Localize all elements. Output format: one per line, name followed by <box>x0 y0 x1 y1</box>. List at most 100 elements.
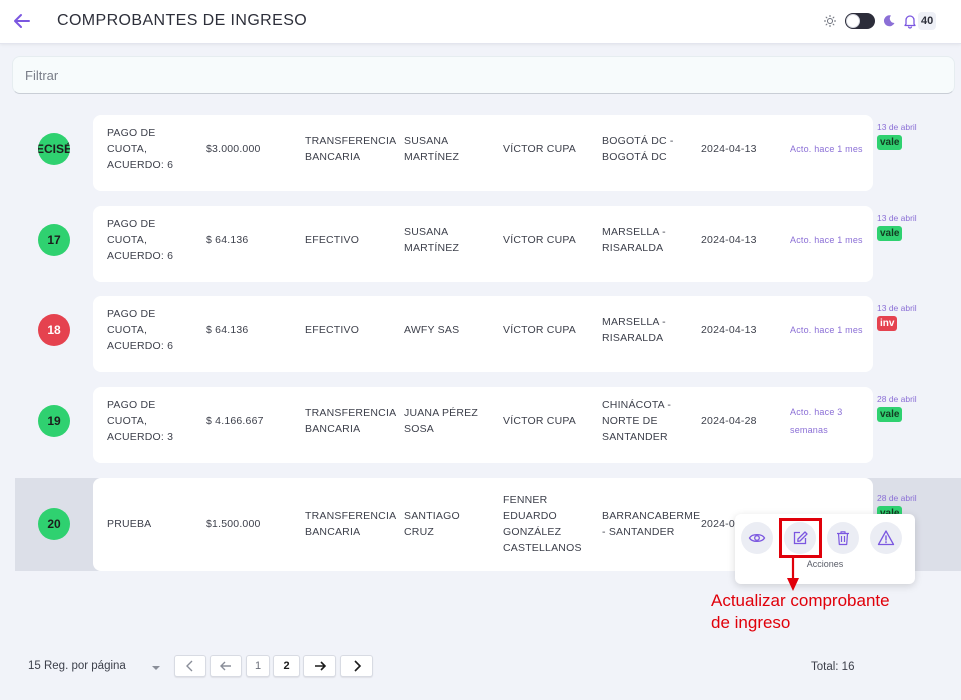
page-button-2[interactable]: 2 <box>273 655 300 677</box>
cell-date-line: 2024-0 <box>701 518 735 530</box>
cell-client: AWFY SAS <box>404 322 459 338</box>
filter-input[interactable] <box>12 56 955 94</box>
row-number-badge: ECISÉ <box>38 133 70 165</box>
cell-city-line: CHINÁCOTA - <box>602 399 672 411</box>
cell-date-line: 2024-04-13 <box>701 234 757 246</box>
cell-method: TRANSFERENCIA BANCARIA <box>305 405 396 437</box>
next-page-button[interactable] <box>303 655 336 677</box>
cell-city-line: SANTANDER <box>602 431 668 443</box>
status-badge: vale <box>877 407 903 422</box>
cell-date: 2024-0 <box>701 516 735 532</box>
cell-concept-line: PRUEBA <box>107 518 152 530</box>
moon-icon <box>883 15 895 27</box>
cell-city-line: BOGOTÁ DC - <box>602 135 674 147</box>
sun-icon <box>824 15 836 27</box>
cell-updated: Acto. hace 1 mes <box>790 231 863 249</box>
last-page-button[interactable] <box>340 655 373 677</box>
cell-city-line: RISARALDA <box>602 242 664 254</box>
cell-client-line: MARTÍNEZ <box>404 151 460 163</box>
status-badge: inv <box>877 316 898 331</box>
cell-amount: $1.500.000 <box>206 516 261 532</box>
cell-user-line: VÍCTOR CUPA <box>503 324 576 336</box>
notification-count[interactable]: 40 <box>918 12 937 30</box>
table-row[interactable]: 18 PAGO DE CUOTA, ACUERDO: 6 $ 64.136 EFECTIV… <box>15 288 961 372</box>
cell-city: CHINÁCOTA - NORTE DE SANTANDER <box>602 397 671 445</box>
table-row[interactable]: 17 PAGO DE CUOTA, ACUERDO: 6 $ 64.136 EFECTIV… <box>15 198 961 282</box>
cell-method-line: BANCARIA <box>305 151 361 163</box>
warning-icon <box>877 530 895 546</box>
cell-method: EFECTIVO <box>305 322 359 338</box>
cell-user: FENNER EDUARDO GONZÁLEZ CASTELLANOS <box>503 492 582 556</box>
cell-user: VÍCTOR CUPA <box>503 322 576 338</box>
cell-method-line: EFECTIVO <box>305 324 360 336</box>
cell-method-line: BANCARIA <box>305 423 361 435</box>
annotation-text: Actualizar comprobante de ingreso <box>711 590 890 634</box>
cell-amount: $3.000.000 <box>206 141 261 157</box>
bell-icon[interactable] <box>902 13 918 29</box>
table-row[interactable]: 19 PAGO DE CUOTA, ACUERDO: 3 $ 4.166.667 TRAN… <box>15 379 961 463</box>
cell-date: 2024-04-13 <box>701 141 757 157</box>
cell-updated-line: Acto. hace 1 mes <box>790 325 863 335</box>
cell-updated-line: Acto. hace 1 mes <box>790 235 863 245</box>
cell-concept-line: ACUERDO: 6 <box>107 159 174 171</box>
cell-concept: PAGO DE CUOTA, ACUERDO: 6 <box>107 125 173 173</box>
cell-city-line: BOGOTÁ DC <box>602 151 667 163</box>
prev-page-button[interactable] <box>210 655 242 677</box>
first-page-button[interactable] <box>174 655 206 677</box>
red-arrow-icon <box>787 556 799 591</box>
cell-client-line: AWFY SAS <box>404 324 460 336</box>
cell-amount-line: $ 64.136 <box>206 234 249 246</box>
cell-concept-line: ACUERDO: 3 <box>107 431 174 443</box>
delete-button[interactable] <box>827 522 859 554</box>
cell-method-line: EFECTIVO <box>305 234 360 246</box>
cell-method-line: TRANSFERENCIA <box>305 135 397 147</box>
cell-city-line: - SANTANDER <box>602 526 675 538</box>
cell-user-line: VÍCTOR CUPA <box>503 415 576 427</box>
back-arrow-icon[interactable] <box>12 11 32 31</box>
table-row[interactable]: ECISÉ PAGO DE CUOTA, ACUERDO: 6 $3.000.000 TR… <box>15 107 961 191</box>
status-badge: vale <box>877 226 903 241</box>
cell-method: TRANSFERENCIA BANCARIA <box>305 508 396 540</box>
cell-updated: Acto. hace 1 mes <box>790 140 863 158</box>
chevron-left-icon <box>186 660 193 672</box>
top-bar: COMPROBANTES DE INGRESO 40 <box>0 0 961 44</box>
cell-client-line: SOSA <box>404 423 434 435</box>
cell-client: JUANA PÉREZ SOSA <box>404 405 478 437</box>
cell-concept-line: CUOTA, <box>107 324 148 336</box>
theme-toggle[interactable] <box>845 13 875 29</box>
total-count: Total: 16 <box>811 661 855 673</box>
eye-icon <box>748 533 766 543</box>
side-date: 13 de abril <box>877 303 917 313</box>
cell-updated: Acto. hace 1 mes <box>790 321 863 339</box>
cell-city-line: MARSELLA - <box>602 226 666 238</box>
trash-icon <box>837 531 849 546</box>
cell-concept-line: PAGO DE <box>107 218 156 230</box>
annotation-line-1: Actualizar comprobante <box>711 591 890 610</box>
row-number-badge: 18 <box>38 314 70 346</box>
cell-concept-line: CUOTA, <box>107 415 148 427</box>
per-page-select[interactable]: 15 Reg. por página <box>28 660 126 672</box>
cell-updated-line: Acto. hace 1 mes <box>790 144 863 154</box>
cell-date: 2024-04-13 <box>701 232 757 248</box>
actions-popover: Acciones <box>735 514 915 584</box>
cell-updated-line: Acto. hace 3 <box>790 407 843 417</box>
cell-client-line: JUANA PÉREZ <box>404 407 478 419</box>
cell-date: 2024-04-28 <box>701 413 757 429</box>
page-button-1[interactable]: 1 <box>246 655 270 677</box>
cell-concept: PAGO DE CUOTA, ACUERDO: 6 <box>107 306 173 354</box>
side-date: 13 de abril <box>877 213 917 223</box>
cell-user-line: FENNER <box>503 494 548 506</box>
warning-button[interactable] <box>870 522 902 554</box>
view-button[interactable] <box>741 522 773 554</box>
annotation-line-2: de ingreso <box>711 613 791 632</box>
cell-updated: Acto. hace 3 semanas <box>790 403 842 439</box>
cell-method: TRANSFERENCIA BANCARIA <box>305 133 396 165</box>
cell-client: SUSANA MARTÍNEZ <box>404 224 459 256</box>
toggle-knob <box>846 14 860 28</box>
cell-concept-line: ACUERDO: 6 <box>107 340 174 352</box>
cell-user-line: GONZÁLEZ <box>503 526 562 538</box>
cell-user-line: VÍCTOR CUPA <box>503 143 576 155</box>
side-date: 28 de abril <box>877 493 917 503</box>
caret-down-icon[interactable] <box>151 665 161 671</box>
cell-user: VÍCTOR CUPA <box>503 232 576 248</box>
